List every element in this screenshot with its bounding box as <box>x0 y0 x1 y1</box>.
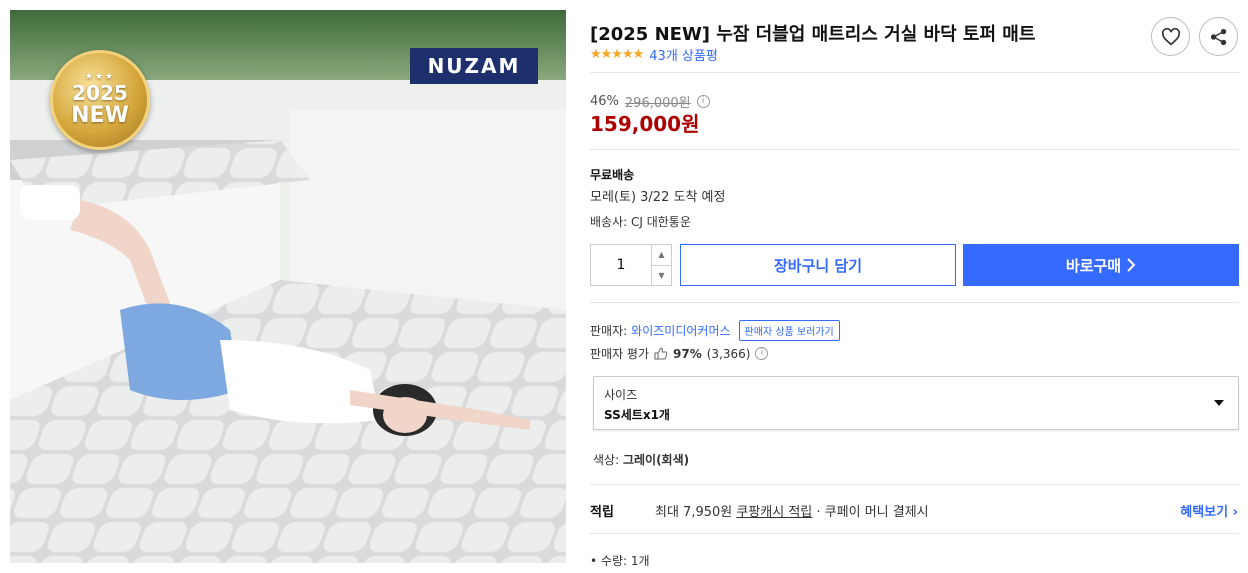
quantity-value[interactable]: 1 <box>591 245 651 285</box>
seller-rating-label: 판매자 평가 <box>590 347 650 361</box>
seller-products-tooltip[interactable]: 판매자 상품 보러가기 <box>738 320 840 341</box>
divider <box>590 302 1239 303</box>
product-title: [2025 NEW] 누잠 더블업 매트리스 거실 바닥 토퍼 매트 <box>590 24 1036 45</box>
seller-rating-percent: 97% <box>673 346 702 361</box>
sale-price: 159,000원 <box>590 112 700 136</box>
benefits-link[interactable]: 혜택보기 › <box>1180 501 1238 520</box>
carrier: 배송사: CJ 대한통운 <box>590 215 691 229</box>
share-icon <box>1210 28 1226 45</box>
add-to-cart-button[interactable]: 장바구니 담기 <box>680 244 956 286</box>
divider <box>590 533 1239 534</box>
color-row: 색상: 그레이(회색) <box>593 451 689 468</box>
reward-text: 최대 7,950원 쿠팡캐시 적립 · 쿠페이 머니 결제시 <box>655 501 929 520</box>
coupang-cash-link[interactable]: 쿠팡캐시 적립 <box>736 505 812 520</box>
discount-rate: 46% <box>590 94 619 109</box>
rating-row: ★★★★★ 43개 상품평 <box>590 45 718 64</box>
share-button[interactable] <box>1199 17 1238 56</box>
option-label: 사이즈 <box>604 388 638 402</box>
shipping-title: 무료배송 <box>590 168 635 182</box>
star-rating-icon: ★★★★★ <box>590 47 644 62</box>
product-info-panel: [2025 NEW] 누잠 더블업 매트리스 거실 바닥 토퍼 매트 ★★★★★… <box>590 0 1240 573</box>
seller-name-link[interactable]: 와이즈미디어커머스 <box>631 322 730 339</box>
divider <box>590 72 1239 73</box>
product-image[interactable]: ★★★ 2025 NEW NUZAM <box>10 10 566 563</box>
info-icon[interactable]: i <box>755 347 769 360</box>
reward-suffix: · 쿠페이 머니 결제시 <box>816 505 929 520</box>
size-option-select[interactable]: 사이즈 SS세트x1개 <box>593 376 1239 430</box>
brand-logo: NUZAM <box>410 48 538 84</box>
benefits-label: 혜택보기 <box>1180 505 1229 520</box>
buy-now-button[interactable]: 바로구매 <box>963 244 1239 286</box>
quantity-stepper[interactable]: 1 ▲ ▼ <box>590 244 672 286</box>
info-icon[interactable]: i <box>696 95 710 108</box>
seller-label: 판매자: <box>590 324 628 338</box>
chevron-right-icon <box>1127 258 1136 272</box>
divider <box>590 484 1239 485</box>
option-value: SS세트x1개 <box>604 408 670 422</box>
list-item: • 수량: 1개 <box>590 554 650 568</box>
caret-down-icon <box>1214 400 1224 406</box>
wishlist-button[interactable] <box>1151 17 1190 56</box>
review-count-link[interactable]: 43개 상품평 <box>649 45 718 64</box>
reward-prefix: 최대 7,950원 <box>655 505 733 520</box>
arrival-date: 모레(토) 3/22 도착 예정 <box>590 190 726 205</box>
seller-rating-count: (3,366) <box>706 346 751 361</box>
badge-year: 2025 <box>72 81 128 105</box>
bullet-text: 수량: 1개 <box>600 554 650 568</box>
cart-label: 장바구니 담기 <box>773 256 863 275</box>
quantity-up-icon[interactable]: ▲ <box>652 245 671 266</box>
buy-label: 바로구매 <box>1065 256 1122 275</box>
badge-new: NEW <box>71 103 129 128</box>
quantity-down-icon[interactable]: ▼ <box>652 266 671 286</box>
thumbs-up-icon <box>654 347 668 360</box>
reward-label: 적립 <box>590 505 614 520</box>
seller-row: 판매자: 와이즈미디어커머스 판매자 상품 보러가기 <box>590 320 840 341</box>
seller-rating-row: 판매자 평가 97% (3,366) i <box>590 345 769 362</box>
color-label: 색상: <box>593 453 620 467</box>
divider <box>590 149 1239 150</box>
chevron-right-icon: › <box>1232 505 1238 520</box>
heart-icon <box>1161 27 1180 45</box>
new-badge: ★★★ 2025 NEW <box>50 50 150 150</box>
color-value: 그레이(회색) <box>622 453 690 467</box>
